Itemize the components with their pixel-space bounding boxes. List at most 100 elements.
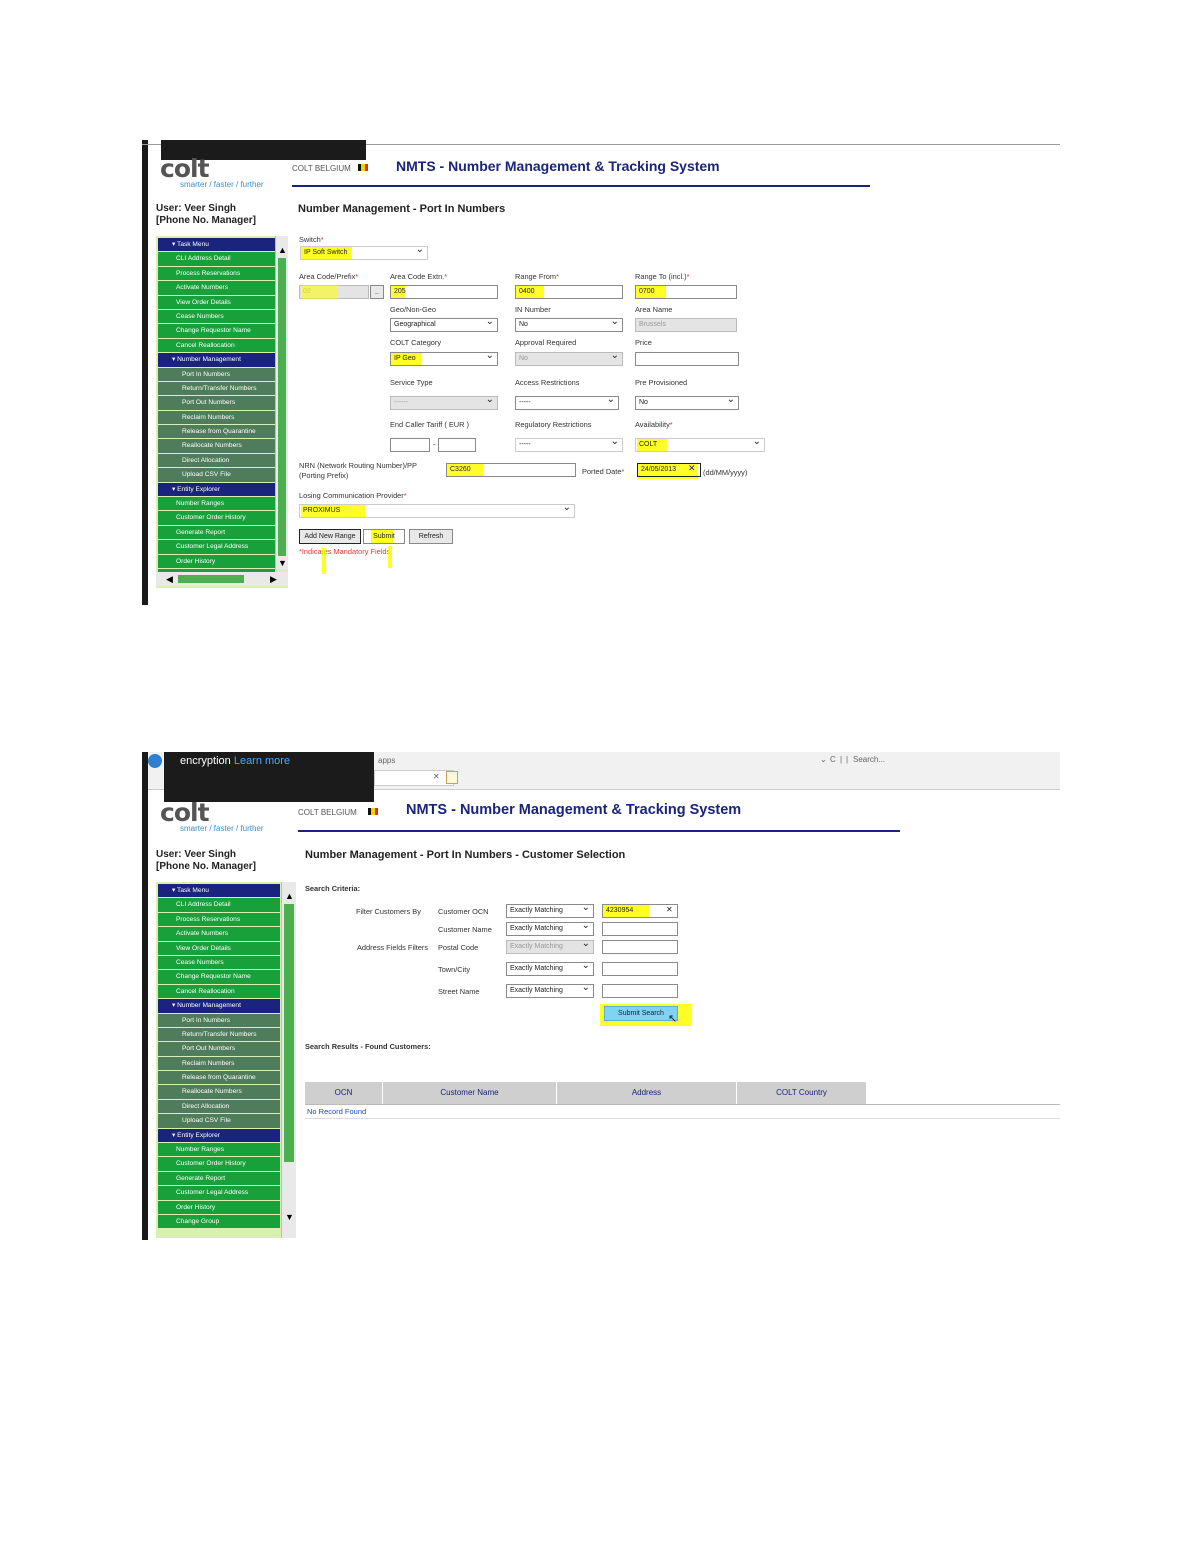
geo-select[interactable]: Geographical: [390, 318, 498, 332]
sidebar-item-direct-allocation[interactable]: Direct Allocation: [158, 453, 275, 469]
town-city-input[interactable]: [602, 962, 678, 976]
hscroll-thumb[interactable]: [178, 575, 244, 583]
ocn-match-select[interactable]: Exactly Matching: [506, 904, 594, 918]
sidebar-item-process-reservations[interactable]: Process Reservations: [158, 912, 280, 928]
tab-close-icon[interactable]: ✕: [433, 772, 440, 781]
sidebar-item-generate-report[interactable]: Generate Report: [158, 1171, 280, 1187]
approval-select[interactable]: No: [515, 352, 623, 366]
price-input[interactable]: [635, 352, 739, 366]
sidebar-item-customer-order-history[interactable]: Customer Order History: [158, 1157, 280, 1172]
sidebar-item-reclaim-numbers[interactable]: Reclaim Numbers: [158, 1056, 280, 1072]
street-match-select[interactable]: Exactly Matching: [506, 984, 594, 998]
dropdown-chevron-icon[interactable]: ⌄: [820, 755, 827, 764]
scrollbar-thumb[interactable]: [278, 258, 286, 556]
sidebar-horizontal-scrollbar[interactable]: ◀ ▶: [156, 572, 288, 586]
menu-section-entity-explorer[interactable]: ▾ Entity Explorer: [158, 482, 275, 498]
scroll-left-icon[interactable]: ◀: [166, 574, 173, 584]
browser-tab[interactable]: [374, 770, 454, 786]
area-name-input[interactable]: Brussels: [635, 318, 737, 332]
customer-name-input[interactable]: [602, 922, 678, 936]
sidebar-item-cancel-reallocation[interactable]: Cancel Reallocation: [158, 338, 275, 354]
sidebar-item-number-ranges[interactable]: Number Ranges: [158, 1143, 280, 1158]
switch-select[interactable]: IP Soft Switch: [300, 246, 428, 260]
sidebar-item-reallocate-numbers[interactable]: Reallocate Numbers: [158, 439, 275, 454]
pre-provisioned-select[interactable]: No: [635, 396, 739, 410]
scroll-down-icon[interactable]: ▼: [278, 558, 287, 568]
sidebar-item-return-transfer-numbers[interactable]: Return/Transfer Numbers: [158, 1027, 280, 1043]
access-restrictions-select[interactable]: -----: [515, 396, 619, 410]
tariff-max-input[interactable]: [438, 438, 476, 452]
postal-code-input[interactable]: [602, 940, 678, 954]
sidebar-item-order-history[interactable]: Order History: [158, 554, 275, 569]
sidebar-vertical-scrollbar[interactable]: ▲ ▼: [281, 882, 296, 1238]
postal-match-select[interactable]: Exactly Matching: [506, 940, 594, 954]
browser-search-input[interactable]: Search...: [853, 755, 885, 764]
sidebar-item-port-in-numbers[interactable]: Port In Numbers: [158, 367, 275, 382]
sidebar-item-release-from-quarantine[interactable]: Release from Quarantine: [158, 1071, 280, 1086]
sidebar-item-port-out-numbers[interactable]: Port Out Numbers: [158, 1042, 280, 1057]
sidebar-item-cli-address-detail[interactable]: CLI Address Detail: [158, 898, 280, 913]
service-type-select[interactable]: ------: [390, 396, 498, 410]
sidebar-item-customer-order-history[interactable]: Customer Order History: [158, 511, 275, 526]
scrollbar-thumb[interactable]: [284, 904, 294, 1162]
sidebar-item-process-reservations[interactable]: Process Reservations: [158, 266, 275, 282]
sidebar-item-change-group[interactable]: Change Group: [158, 1214, 280, 1230]
column-header-colt-country[interactable]: COLT Country: [737, 1082, 867, 1104]
town-match-select[interactable]: Exactly Matching: [506, 962, 594, 976]
menu-section-number-management[interactable]: ▾ Number Management: [158, 999, 280, 1014]
column-header-customer-name[interactable]: Customer Name: [383, 1082, 557, 1104]
sidebar-item-customer-legal-address[interactable]: Customer Legal Address: [158, 540, 275, 555]
add-new-range-button[interactable]: Add New Range: [299, 529, 361, 544]
scroll-up-icon[interactable]: ▲: [285, 891, 294, 901]
sidebar-item-cli-address-detail[interactable]: CLI Address Detail: [158, 252, 275, 267]
sidebar-item-change-requestor-name[interactable]: Change Requestor Name: [158, 970, 280, 985]
name-match-select[interactable]: Exactly Matching: [506, 922, 594, 936]
scroll-down-icon[interactable]: ▼: [285, 1212, 294, 1222]
column-header-ocn[interactable]: OCN: [305, 1082, 383, 1104]
sidebar-vertical-scrollbar[interactable]: ▲ ▼: [275, 236, 288, 569]
sidebar-item-port-in-numbers[interactable]: Port In Numbers: [158, 1013, 280, 1028]
sidebar-item-order-history[interactable]: Order History: [158, 1200, 280, 1215]
range-from-input[interactable]: 0400: [515, 285, 623, 299]
sidebar-item-number-ranges[interactable]: Number Ranges: [158, 497, 275, 512]
menu-section-task-menu[interactable]: ▾ Task Menu: [158, 884, 280, 899]
sidebar-item-upload-csv-file[interactable]: Upload CSV File: [158, 468, 275, 483]
sidebar-item-generate-report[interactable]: Generate Report: [158, 525, 275, 541]
regulatory-restrictions-select[interactable]: -----: [515, 438, 623, 452]
sidebar-item-reallocate-numbers[interactable]: Reallocate Numbers: [158, 1085, 280, 1100]
menu-section-entity-explorer[interactable]: ▾ Entity Explorer: [158, 1128, 280, 1144]
availability-select[interactable]: COLT: [635, 438, 765, 452]
sidebar-item-upload-csv-file[interactable]: Upload CSV File: [158, 1114, 280, 1129]
sidebar-item-activate-numbers[interactable]: Activate Numbers: [158, 927, 280, 942]
sidebar-item-view-order-details[interactable]: View Order Details: [158, 941, 280, 956]
learn-more-link[interactable]: Learn more: [234, 755, 290, 767]
sidebar-item-direct-allocation[interactable]: Direct Allocation: [158, 1099, 280, 1115]
area-code-lookup-button[interactable]: ..: [370, 285, 384, 299]
tariff-min-input[interactable]: [390, 438, 430, 452]
menu-section-task-menu[interactable]: ▾ Task Menu: [158, 238, 275, 253]
clear-date-icon[interactable]: ✕: [688, 463, 696, 474]
street-name-input[interactable]: [602, 984, 678, 998]
scroll-right-icon[interactable]: ▶: [270, 574, 277, 584]
submit-button[interactable]: Submit: [363, 529, 405, 544]
sidebar-item-cease-numbers[interactable]: Cease Numbers: [158, 309, 275, 325]
sidebar-item-cancel-reallocation[interactable]: Cancel Reallocation: [158, 984, 280, 1000]
sidebar-item-reclaim-numbers[interactable]: Reclaim Numbers: [158, 410, 275, 426]
column-header-address[interactable]: Address: [557, 1082, 737, 1104]
refresh-icon[interactable]: C: [830, 755, 836, 764]
submit-search-button[interactable]: Submit Search: [604, 1006, 678, 1021]
sidebar-item-activate-numbers[interactable]: Activate Numbers: [158, 281, 275, 296]
new-tab-icon[interactable]: [446, 771, 458, 784]
sidebar-item-cease-numbers[interactable]: Cease Numbers: [158, 955, 280, 971]
sidebar-item-customer-legal-address[interactable]: Customer Legal Address: [158, 1186, 280, 1201]
in-number-select[interactable]: No: [515, 318, 623, 332]
colt-category-select[interactable]: IP Geo: [390, 352, 498, 366]
area-code-extn-input[interactable]: 205: [390, 285, 498, 299]
menu-section-number-management[interactable]: ▾ Number Management: [158, 353, 275, 368]
clear-ocn-icon[interactable]: ✕: [666, 905, 673, 914]
scroll-up-icon[interactable]: ▲: [278, 245, 287, 255]
range-to-input[interactable]: 0700: [635, 285, 737, 299]
nrn-input[interactable]: C3260: [446, 463, 576, 477]
sidebar-item-return-transfer-numbers[interactable]: Return/Transfer Numbers: [158, 381, 275, 397]
sidebar-item-port-out-numbers[interactable]: Port Out Numbers: [158, 396, 275, 411]
